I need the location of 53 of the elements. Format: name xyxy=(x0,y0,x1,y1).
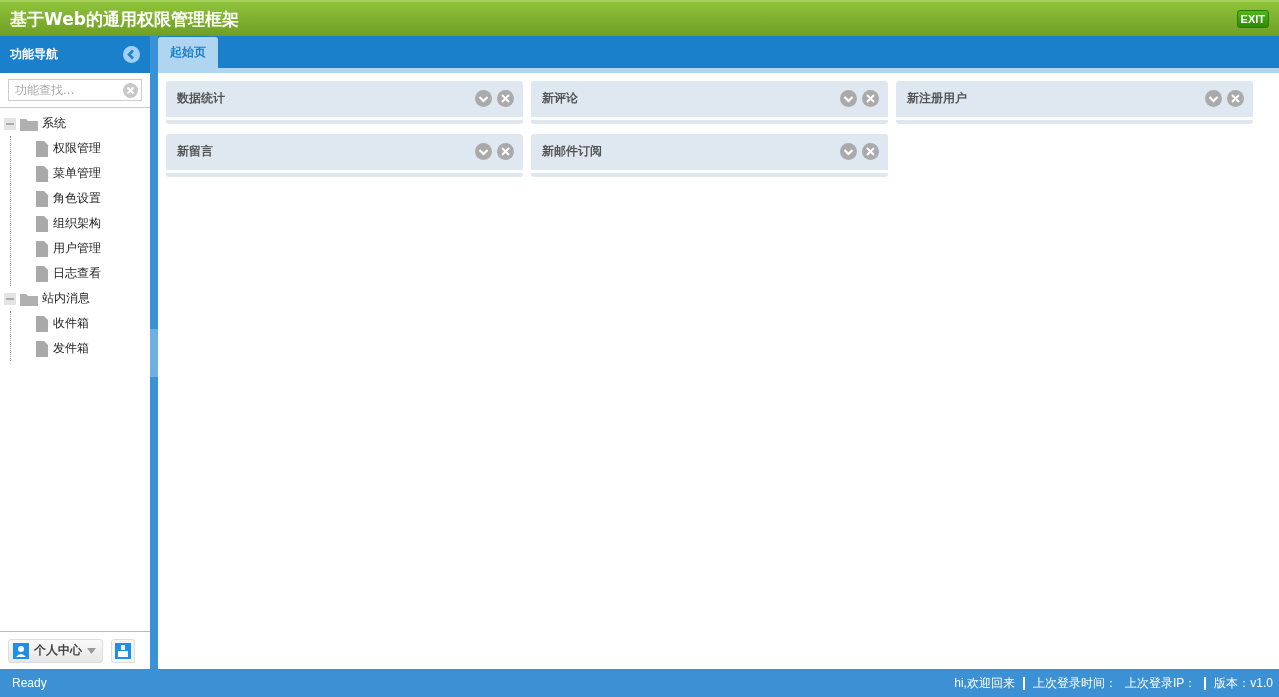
close-icon[interactable] xyxy=(497,90,514,107)
file-icon xyxy=(36,215,48,232)
close-icon[interactable] xyxy=(497,143,514,160)
folder-icon xyxy=(20,291,38,306)
chevron-down-icon[interactable] xyxy=(840,143,857,160)
portlet-title: 数据统计 xyxy=(177,90,226,107)
app-title: 基于Web的通用权限管理框架 xyxy=(10,7,239,31)
file-icon xyxy=(36,340,48,357)
portlet-title: 新邮件订阅 xyxy=(542,143,603,160)
clean-button[interactable] xyxy=(111,638,135,663)
portlet-title: 新留言 xyxy=(177,143,214,160)
file-icon xyxy=(36,165,48,182)
collapse-toggle-icon[interactable] xyxy=(4,117,16,130)
folder-icon xyxy=(20,116,38,131)
portlet-title: 新注册用户 xyxy=(907,90,968,107)
status-text: Ready xyxy=(12,676,47,690)
splitter-bar[interactable] xyxy=(150,36,158,669)
tree-item[interactable]: 组织架构 xyxy=(53,215,101,232)
chevron-down-icon[interactable] xyxy=(1205,90,1222,107)
tree-item[interactable]: 菜单管理 xyxy=(53,165,101,182)
tree-item[interactable]: 收件箱 xyxy=(53,315,89,332)
file-icon xyxy=(36,265,48,282)
tree-item[interactable]: 发件箱 xyxy=(53,340,89,357)
status-text: 版本：v1.0 xyxy=(1214,674,1273,692)
user-icon xyxy=(13,642,29,659)
tree-item[interactable]: 角色设置 xyxy=(53,190,101,207)
chevron-down-icon[interactable] xyxy=(475,143,492,160)
portlet-title: 新评论 xyxy=(542,90,579,107)
status-text: 上次登录IP： xyxy=(1124,674,1197,692)
caret-icon xyxy=(87,647,96,654)
tree-item[interactable]: 权限管理 xyxy=(53,140,101,157)
close-icon[interactable] xyxy=(862,143,879,160)
tree-item[interactable]: 日志查看 xyxy=(53,265,101,282)
tree-item[interactable]: 用户管理 xyxy=(53,240,101,257)
close-icon[interactable] xyxy=(862,90,879,107)
status-text: 上次登录时间： xyxy=(1032,674,1117,692)
close-icon[interactable] xyxy=(1227,90,1244,107)
chevron-down-icon[interactable] xyxy=(475,90,492,107)
tree-item[interactable]: 站内消息 xyxy=(42,290,90,307)
file-icon xyxy=(36,140,48,157)
broom-icon xyxy=(115,642,131,659)
file-icon xyxy=(36,190,48,207)
file-icon xyxy=(36,315,48,332)
status-text: hi,欢迎回来 xyxy=(954,674,1015,692)
clear-icon[interactable] xyxy=(123,83,138,98)
file-icon xyxy=(36,240,48,257)
user-menu-button[interactable]: 个人中心 xyxy=(8,638,103,663)
search-field[interactable]: 功能查找... xyxy=(8,79,142,101)
tree-item[interactable]: 系统 xyxy=(42,115,66,132)
collapse-toggle-icon[interactable] xyxy=(4,292,16,305)
sidebar-title: 功能导航 xyxy=(10,46,58,63)
chevron-down-icon[interactable] xyxy=(840,90,857,107)
collapse-icon[interactable] xyxy=(123,46,140,63)
